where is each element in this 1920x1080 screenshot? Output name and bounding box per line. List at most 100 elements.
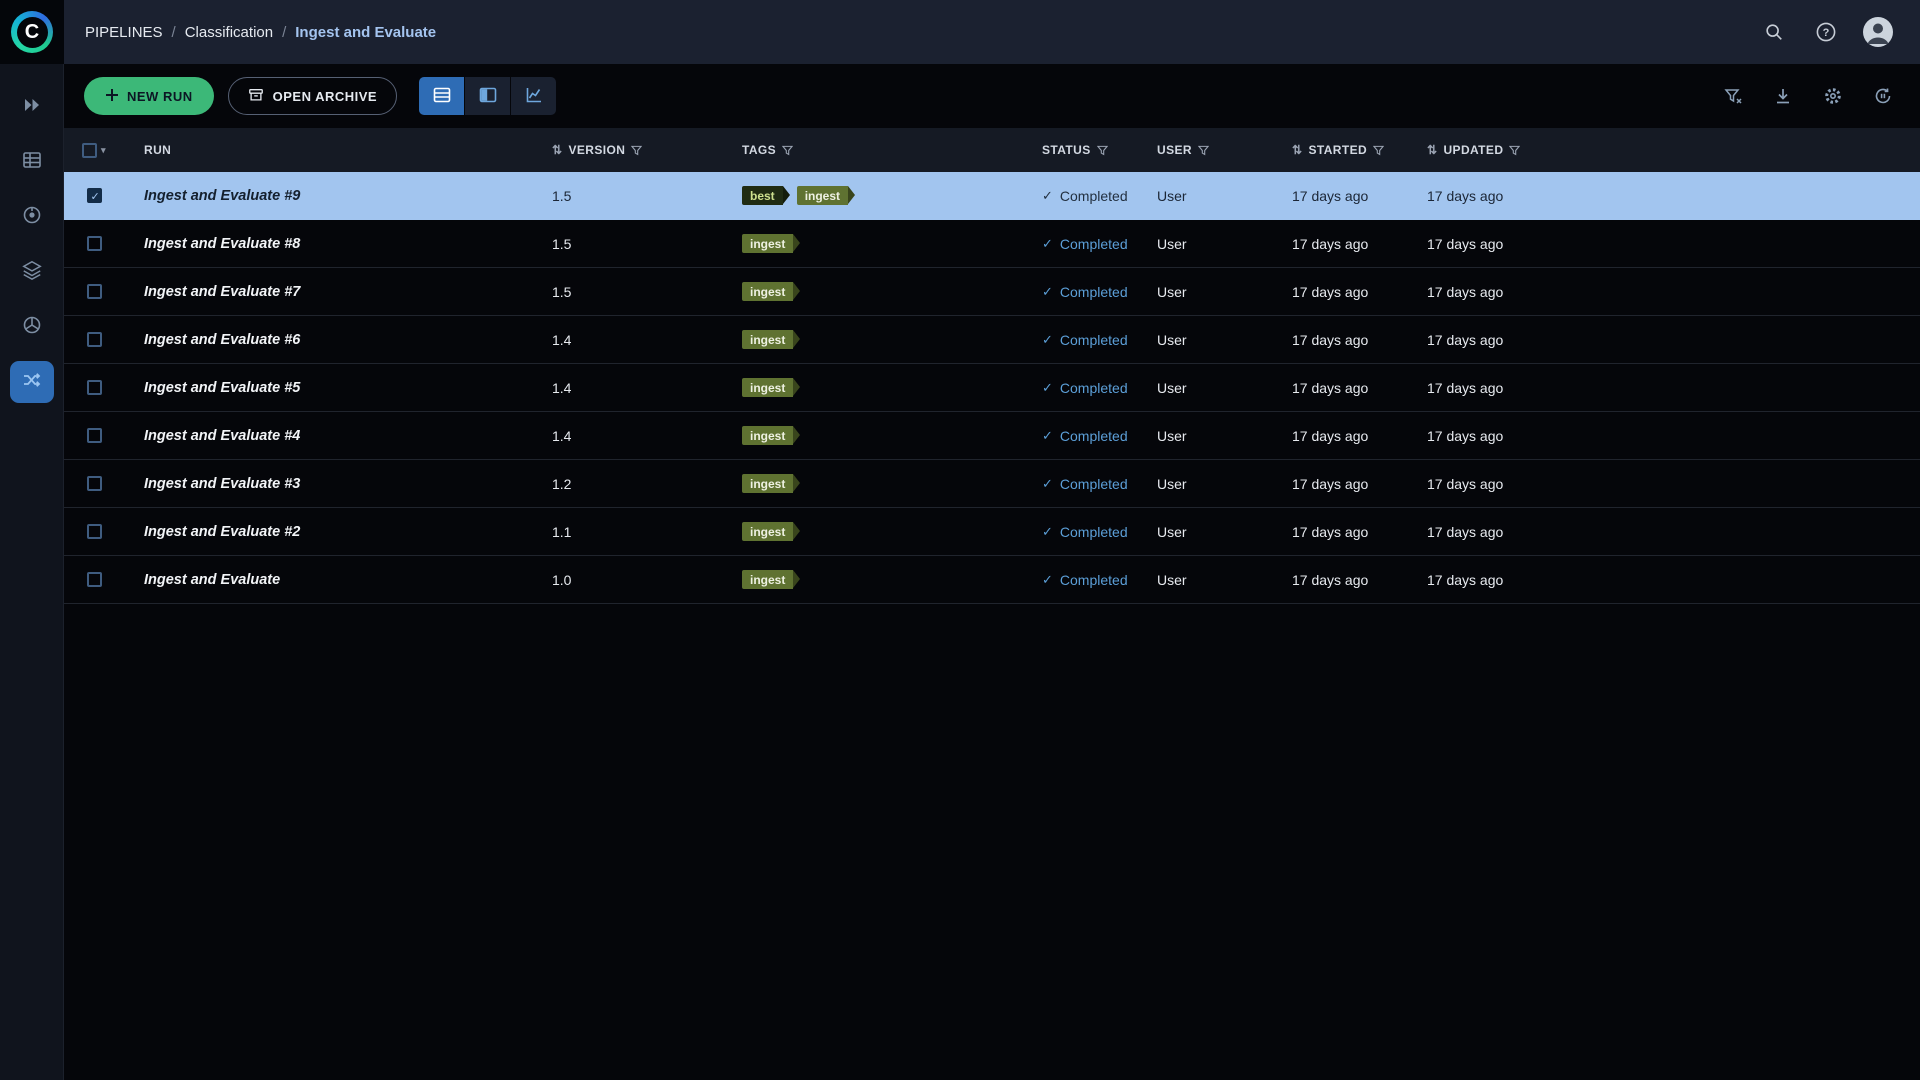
filter-icon[interactable] xyxy=(782,145,793,156)
run-user: User xyxy=(1149,524,1284,540)
select-dropdown-caret-icon[interactable]: ▾ xyxy=(101,145,106,156)
split-view-button[interactable] xyxy=(465,77,510,115)
auto-refresh-icon[interactable] xyxy=(1872,85,1894,107)
clearml-logo[interactable]: C xyxy=(0,0,64,64)
completed-check-icon: ✓ xyxy=(1042,572,1053,588)
tag-ingest: ingest xyxy=(742,474,793,493)
row-checkbox[interactable] xyxy=(87,236,102,251)
table-row[interactable]: Ingest and Evaluate #2 1.1 ingest ✓ Comp… xyxy=(64,508,1920,556)
datasets-icon xyxy=(21,149,43,176)
run-version: 1.4 xyxy=(544,380,734,396)
run-name-link[interactable]: Ingest and Evaluate #6 xyxy=(144,332,300,348)
table-row[interactable]: Ingest and Evaluate #5 1.4 ingest ✓ Comp… xyxy=(64,364,1920,412)
run-updated: 17 days ago xyxy=(1419,524,1920,540)
tag-ingest: ingest xyxy=(742,522,793,541)
run-status: ✓ Completed xyxy=(1034,380,1149,396)
column-header-started[interactable]: STARTED xyxy=(1308,143,1367,157)
run-version: 1.5 xyxy=(544,284,734,300)
run-tags: ingest xyxy=(734,282,1034,301)
row-checkbox[interactable] xyxy=(87,428,102,443)
run-started: 17 days ago xyxy=(1284,524,1419,540)
sidebar-item-reports[interactable] xyxy=(10,196,54,238)
run-name-link[interactable]: Ingest and Evaluate #3 xyxy=(144,476,300,492)
sort-icon[interactable]: ⇅ xyxy=(1427,143,1437,157)
sort-icon[interactable]: ⇅ xyxy=(1292,143,1302,157)
breadcrumb-project[interactable]: Classification xyxy=(185,24,273,41)
column-header-user[interactable]: USER xyxy=(1157,143,1192,157)
run-name-link[interactable]: Ingest and Evaluate #8 xyxy=(144,236,300,252)
table-row[interactable]: Ingest and Evaluate #6 1.4 ingest ✓ Comp… xyxy=(64,316,1920,364)
row-checkbox[interactable] xyxy=(87,332,102,347)
sidebar-item-datasets[interactable] xyxy=(10,141,54,183)
breadcrumb-pipelines[interactable]: PIPELINES xyxy=(85,24,163,41)
sidebar-item-orchestration[interactable] xyxy=(10,251,54,293)
run-started: 17 days ago xyxy=(1284,332,1419,348)
open-archive-button[interactable]: OPEN ARCHIVE xyxy=(228,77,397,115)
column-header-version[interactable]: VERSION xyxy=(568,143,625,157)
run-name-link[interactable]: Ingest and Evaluate #2 xyxy=(144,524,300,540)
status-label: Completed xyxy=(1060,332,1128,348)
run-name-link[interactable]: Ingest and Evaluate xyxy=(144,572,280,588)
run-version: 1.4 xyxy=(544,332,734,348)
filter-icon[interactable] xyxy=(1509,145,1520,156)
table-row[interactable]: Ingest and Evaluate #4 1.4 ingest ✓ Comp… xyxy=(64,412,1920,460)
new-run-button[interactable]: NEW RUN xyxy=(84,77,214,115)
row-checkbox[interactable] xyxy=(87,476,102,491)
run-name-link[interactable]: Ingest and Evaluate #5 xyxy=(144,380,300,396)
run-tags: ingest xyxy=(734,522,1034,541)
column-header-status[interactable]: STATUS xyxy=(1042,143,1091,157)
view-toggle-group xyxy=(419,77,556,115)
run-updated: 17 days ago xyxy=(1419,188,1920,204)
row-checkbox[interactable] xyxy=(87,572,102,587)
table-row[interactable]: Ingest and Evaluate #9 1.5 bestingest ✓ … xyxy=(64,172,1920,220)
run-name-link[interactable]: Ingest and Evaluate #4 xyxy=(144,428,300,444)
run-name-link[interactable]: Ingest and Evaluate #9 xyxy=(144,188,300,204)
breadcrumb-current-pipeline[interactable]: Ingest and Evaluate xyxy=(295,24,436,41)
help-icon[interactable]: ? xyxy=(1808,14,1844,50)
run-user: User xyxy=(1149,284,1284,300)
table-row[interactable]: Ingest and Evaluate #7 1.5 ingest ✓ Comp… xyxy=(64,268,1920,316)
toolbar-right-actions xyxy=(1722,85,1894,107)
row-checkbox[interactable] xyxy=(87,188,102,203)
sidebar-item-applications[interactable] xyxy=(10,306,54,348)
filter-reset-icon[interactable] xyxy=(1722,85,1744,107)
status-label: Completed xyxy=(1060,236,1128,252)
tag-ingest: ingest xyxy=(742,234,793,253)
run-tags: ingest xyxy=(734,474,1034,493)
orchestration-icon xyxy=(21,259,43,286)
filter-icon[interactable] xyxy=(1097,145,1108,156)
run-name-link[interactable]: Ingest and Evaluate #7 xyxy=(144,284,300,300)
download-icon[interactable] xyxy=(1772,85,1794,107)
user-avatar[interactable] xyxy=(1860,14,1896,50)
column-header-tags[interactable]: TAGS xyxy=(742,143,776,157)
filter-icon[interactable] xyxy=(1373,145,1384,156)
search-icon[interactable] xyxy=(1756,14,1792,50)
column-header-run[interactable]: RUN xyxy=(144,143,171,157)
filter-icon[interactable] xyxy=(1198,145,1209,156)
reports-icon xyxy=(21,204,43,231)
sort-icon[interactable]: ⇅ xyxy=(552,143,562,157)
column-header-updated[interactable]: UPDATED xyxy=(1443,143,1503,157)
table-header: ▾ RUN ⇅ VERSION TAGS STATUS xyxy=(64,128,1920,172)
sidebar-item-pipelines[interactable] xyxy=(10,361,54,403)
table-view-button[interactable] xyxy=(419,77,464,115)
run-updated: 17 days ago xyxy=(1419,236,1920,252)
table-row[interactable]: Ingest and Evaluate #3 1.2 ingest ✓ Comp… xyxy=(64,460,1920,508)
settings-icon[interactable] xyxy=(1822,85,1844,107)
completed-check-icon: ✓ xyxy=(1042,332,1053,348)
breadcrumb-separator: / xyxy=(172,24,176,41)
run-version: 1.5 xyxy=(544,236,734,252)
row-checkbox[interactable] xyxy=(87,524,102,539)
sidebar-item-projects[interactable] xyxy=(10,86,54,128)
table-row[interactable]: Ingest and Evaluate 1.0 ingest ✓ Complet… xyxy=(64,556,1920,604)
table-row[interactable]: Ingest and Evaluate #8 1.5 ingest ✓ Comp… xyxy=(64,220,1920,268)
run-updated: 17 days ago xyxy=(1419,332,1920,348)
select-all-checkbox[interactable] xyxy=(82,143,97,158)
row-checkbox[interactable] xyxy=(87,284,102,299)
chart-view-button[interactable] xyxy=(511,77,556,115)
row-checkbox[interactable] xyxy=(87,380,102,395)
run-started: 17 days ago xyxy=(1284,476,1419,492)
breadcrumb-separator: / xyxy=(282,24,286,41)
filter-icon[interactable] xyxy=(631,145,642,156)
table-body: Ingest and Evaluate #9 1.5 bestingest ✓ … xyxy=(64,172,1920,604)
